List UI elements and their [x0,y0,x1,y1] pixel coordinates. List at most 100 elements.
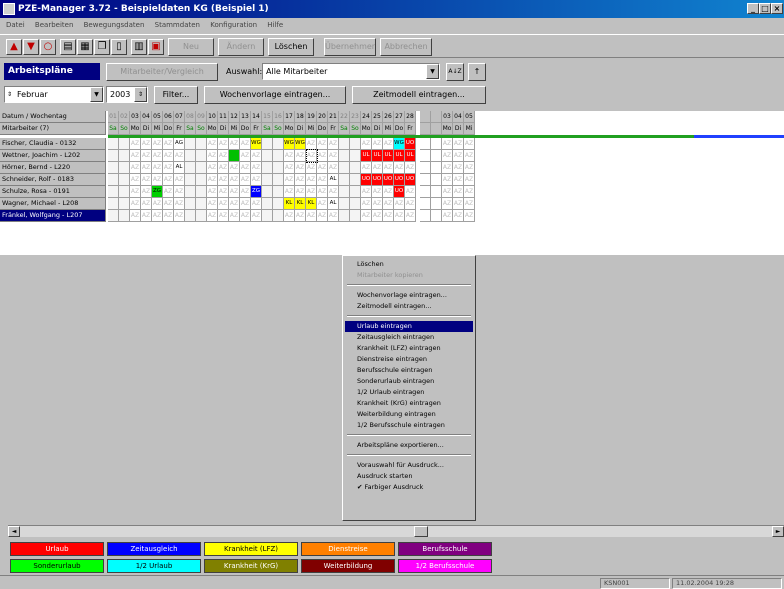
absence-cell[interactable]: AL [174,162,185,174]
schedule-cell[interactable] [273,150,284,162]
schedule-cell[interactable] [119,150,130,162]
schedule-cell[interactable]: AZ [130,138,141,150]
context-menu-item[interactable]: Urlaub eintragen [345,321,473,332]
schedule-cell[interactable]: AZ [163,186,174,198]
schedule-cell[interactable]: AZ [174,198,185,210]
schedule-cell[interactable]: AZ [207,138,218,150]
schedule-cell[interactable] [196,186,207,198]
schedule-cell[interactable]: AZ [163,198,174,210]
arrow-up-icon[interactable]: ▲ [6,39,22,55]
schedule-cell[interactable]: AZ [464,186,475,198]
filter-button[interactable]: Filter... [154,86,198,104]
schedule-cell[interactable]: AZ [141,186,152,198]
schedule-cell[interactable] [420,210,431,222]
calculator-icon[interactable]: ▣ [148,39,164,55]
absence-cell[interactable]: AL [328,174,339,186]
schedule-cell[interactable]: AZ [328,138,339,150]
schedule-cell[interactable] [185,174,196,186]
schedule-cell[interactable]: AZ [174,186,185,198]
horizontal-scrollbar[interactable]: ◄ ► [8,525,784,537]
new-button[interactable]: Neu [168,38,214,56]
schedule-cell[interactable] [350,150,361,162]
schedule-grid[interactable]: Datum / Wochentag Mitarbeiter (7) 01 Sa 02 So… [0,111,784,255]
schedule-cell[interactable]: AZ [383,162,394,174]
absence-cell[interactable]: UO [405,138,416,150]
schedule-cell[interactable] [339,138,350,150]
schedule-cell[interactable]: AZ [163,174,174,186]
schedule-cell[interactable] [339,198,350,210]
schedule-cell[interactable]: AZ [317,198,328,210]
schedule-cell[interactable]: AZ [317,138,328,150]
schedule-cell[interactable]: AZ [464,210,475,222]
schedule-cell[interactable] [431,198,442,210]
employee-row-label[interactable]: Schneider, Rolf - 0183 [0,174,106,186]
schedule-cell[interactable]: AZ [453,210,464,222]
schedule-cell[interactable]: AZ [141,210,152,222]
schedule-cell[interactable]: AZ [295,210,306,222]
schedule-cell[interactable]: AZ [174,174,185,186]
schedule-cell[interactable]: AZ [442,174,453,186]
arrow-down-icon[interactable]: ▼ [23,39,39,55]
schedule-cell[interactable]: AZ [174,210,185,222]
schedule-cell[interactable] [185,162,196,174]
schedule-cell[interactable]: AZ [453,198,464,210]
schedule-cell[interactable]: AZ [394,162,405,174]
schedule-cell[interactable] [420,198,431,210]
employee-row-label[interactable]: Wettner, Joachim - L202 [0,150,106,162]
schedule-cell[interactable]: AZ [152,162,163,174]
schedule-cell[interactable]: AZ [295,186,306,198]
schedule-cell[interactable]: AZ [383,210,394,222]
schedule-cell[interactable] [339,186,350,198]
month-select[interactable]: ⇕ Februar ▼ [4,86,104,103]
schedule-cell[interactable]: AZ [453,174,464,186]
schedule-cell[interactable] [339,162,350,174]
absence-cell[interactable]: UL [405,150,416,162]
schedule-cell[interactable] [196,198,207,210]
schedule-cell[interactable] [196,174,207,186]
scroll-right-icon[interactable]: ► [772,526,784,537]
absence-cell[interactable]: UO [405,174,416,186]
schedule-cell[interactable]: AZ [383,138,394,150]
schedule-cell[interactable]: AZ [442,198,453,210]
chevron-down-icon[interactable]: ▼ [90,87,103,102]
schedule-cell[interactable] [185,210,196,222]
context-menu-item[interactable]: ✔ Farbiger Ausdruck [345,482,473,493]
schedule-cell[interactable]: AZ [372,210,383,222]
mode-button[interactable]: Mitarbeiter/Vergleich [106,63,218,81]
absence-cell[interactable]: UO [394,174,405,186]
schedule-cell[interactable] [350,198,361,210]
schedule-cell[interactable]: AZ [306,186,317,198]
schedule-cell[interactable] [273,174,284,186]
schedule-cell[interactable]: AZ [229,174,240,186]
schedule-cell[interactable]: AZ [163,138,174,150]
schedule-cell[interactable] [262,162,273,174]
schedule-cell[interactable]: AZ [141,174,152,186]
absence-cell[interactable]: ZG [152,186,163,198]
schedule-cell[interactable] [185,138,196,150]
schedule-cell[interactable]: AZ [453,138,464,150]
schedule-cell[interactable]: AZ [218,138,229,150]
absence-cell[interactable]: UL [361,150,372,162]
context-menu-item[interactable]: Arbeitspläne exportieren... [345,440,473,451]
schedule-cell[interactable]: AZ [317,186,328,198]
context-menu-item[interactable]: Dienstreise eintragen [345,354,473,365]
schedule-cell[interactable] [196,150,207,162]
schedule-cell[interactable]: AZ [284,150,295,162]
schedule-cell[interactable]: AZ [306,174,317,186]
schedule-cell[interactable] [196,162,207,174]
schedule-cell[interactable]: AZ [207,150,218,162]
schedule-cell[interactable]: AZ [251,150,262,162]
schedule-cell[interactable]: AZ [317,174,328,186]
absence-cell[interactable]: UL [394,150,405,162]
schedule-cell[interactable]: AZ [383,186,394,198]
menu-hilfe[interactable]: Hilfe [267,21,283,29]
page-icon[interactable]: ▯ [111,39,127,55]
context-menu-item[interactable]: Krankheit (LFZ) eintragen [345,343,473,354]
schedule-cell[interactable]: AZ [372,186,383,198]
schedule-cell[interactable]: AZ [229,186,240,198]
schedule-cell[interactable] [108,174,119,186]
schedule-cell[interactable]: AZ [141,198,152,210]
schedule-cell[interactable]: AZ [163,162,174,174]
schedule-cell[interactable]: AZ [152,150,163,162]
employee-row-label[interactable]: Fischer, Claudia - 0132 [0,138,106,150]
